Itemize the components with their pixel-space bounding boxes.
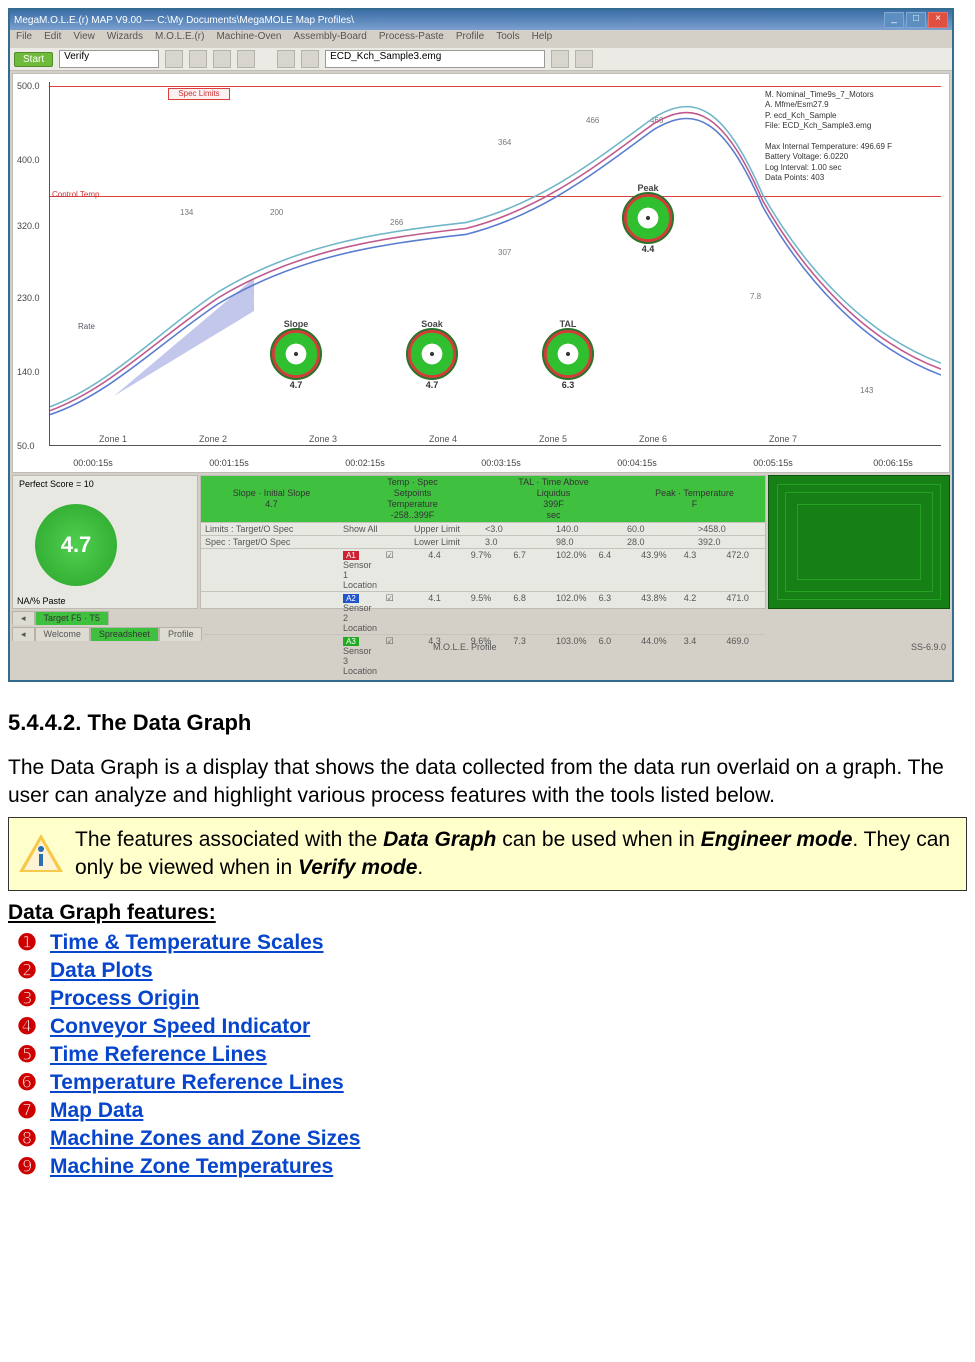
x-tick: 00:02:15s	[345, 458, 385, 468]
gauge-soak: Soak 4.7	[406, 328, 458, 380]
feature-item: ➒Machine Zone Temperatures	[50, 1155, 967, 1179]
info-note: The features associated with the Data Gr…	[8, 817, 967, 892]
feature-item: ➐Map Data	[50, 1099, 967, 1123]
window-maximize[interactable]: □	[906, 12, 926, 28]
table-row: A2Sensor 2 Location ☑ 4.19.5%6.8102.0%6.…	[201, 591, 765, 634]
feature-item: ➌Process Origin	[50, 987, 967, 1011]
menu-assembly[interactable]: Assembly-Board	[293, 31, 366, 47]
score-label: Perfect Score = 10	[13, 476, 197, 492]
tab-spreadsheet[interactable]: Spreadsheet	[90, 627, 159, 641]
titlebar-text: MegaM.O.L.E.(r) MAP V9.00 — C:\My Docume…	[14, 15, 354, 26]
mode-select[interactable]: Verify	[59, 50, 159, 68]
feature-link[interactable]: Time Reference Lines	[50, 1043, 267, 1066]
menu-tools[interactable]: Tools	[496, 31, 519, 47]
gauge-peak: Peak 4.4	[622, 192, 674, 244]
gauge-tal: TAL 6.3	[542, 328, 594, 380]
tab-welcome[interactable]: Welcome	[35, 627, 90, 641]
x-tick: 00:04:15s	[617, 458, 657, 468]
menubar: File Edit View Wizards M.O.L.E.(r) Machi…	[10, 30, 952, 48]
feature-link[interactable]: Data Plots	[50, 959, 153, 982]
note-text: The features associated with the Data Gr…	[75, 826, 956, 883]
feature-list: ➊Time & Temperature Scales ➋Data Plots ➌…	[8, 931, 967, 1179]
plot-area: Spec Limits Control Temp Rate 134 200 26…	[49, 82, 941, 446]
toolbar: Start Verify ECD_Kch_Sample3.emg	[10, 48, 952, 71]
metrics-header: Slope · Initial Slope4.7 Temp · SpecSetp…	[201, 476, 765, 522]
toolbar-icon-4[interactable]	[237, 50, 255, 68]
tab-target[interactable]: Target F5 · T5	[35, 611, 109, 625]
x-tick: 00:05:15s	[753, 458, 793, 468]
x-tick: 00:00:15s	[73, 458, 113, 468]
tab-profile[interactable]: Profile	[159, 627, 203, 641]
features-heading: Data Graph features:	[8, 901, 967, 925]
titlebar: MegaM.O.L.E.(r) MAP V9.00 — C:\My Docume…	[10, 10, 952, 30]
document-body: 5.4.4.2. The Data Graph The Data Graph i…	[8, 710, 967, 1179]
feature-item: ➑Machine Zones and Zone Sizes	[50, 1127, 967, 1151]
score-panel: Perfect Score = 10 4.7 NA/% Paste	[12, 475, 198, 609]
toolbar-icon-6[interactable]	[301, 50, 319, 68]
feature-link[interactable]: Time & Temperature Scales	[50, 931, 324, 954]
table-row: A3Sensor 3 Location ☑ 4.39.6%7.3103.0%6.…	[201, 634, 765, 677]
toolbar-icon-1[interactable]	[165, 50, 183, 68]
menu-profile[interactable]: Profile	[456, 31, 484, 47]
menu-wizards[interactable]: Wizards	[107, 31, 143, 47]
gauge-slope: Slope 4.7	[270, 328, 322, 380]
score-badge: 4.7	[35, 504, 117, 586]
toolbar-icon-2[interactable]	[189, 50, 207, 68]
y-tick: 140.0	[17, 367, 40, 377]
feature-link[interactable]: Temperature Reference Lines	[50, 1071, 344, 1094]
table-row: Limits : Target/O Spec Show All Upper Li…	[201, 522, 765, 535]
window-close[interactable]: ×	[928, 12, 948, 28]
file-select[interactable]: ECD_Kch_Sample3.emg	[325, 50, 545, 68]
feature-item: ➎Time Reference Lines	[50, 1043, 967, 1067]
table-row: Spec : Target/O Spec Lower Limit 3.098.0…	[201, 535, 765, 548]
menu-edit[interactable]: Edit	[44, 31, 61, 47]
feature-item: ➊Time & Temperature Scales	[50, 931, 967, 955]
app-window: MegaM.O.L.E.(r) MAP V9.00 — C:\My Docume…	[8, 8, 954, 682]
menu-view[interactable]: View	[73, 31, 95, 47]
status-left	[16, 642, 19, 652]
toolbar-icon-7[interactable]	[551, 50, 569, 68]
x-tick: 00:06:15s	[873, 458, 913, 468]
menu-help[interactable]: Help	[532, 31, 553, 47]
toolbar-icon-3[interactable]	[213, 50, 231, 68]
data-graph[interactable]: 500.0 400.0 320.0 230.0 140.0 50.0 00:00…	[12, 73, 950, 473]
feature-item: ➋Data Plots	[50, 959, 967, 983]
x-tick: 00:03:15s	[481, 458, 521, 468]
y-tick: 230.0	[17, 293, 40, 303]
menu-process[interactable]: Process-Paste	[379, 31, 444, 47]
info-icon	[19, 832, 63, 876]
window-minimize[interactable]: _	[884, 12, 904, 28]
run-info-box: M. Nominal_Time9s_7_Motors A. Mfme/Esm27…	[765, 90, 935, 184]
toolbar-icon-8[interactable]	[575, 50, 593, 68]
feature-link[interactable]: Machine Zone Temperatures	[50, 1155, 333, 1178]
y-tick: 400.0	[17, 155, 40, 165]
menu-file[interactable]: File	[16, 31, 32, 47]
x-tick: 00:01:15s	[209, 458, 249, 468]
feature-link[interactable]: Process Origin	[50, 987, 199, 1010]
section-paragraph: The Data Graph is a display that shows t…	[8, 754, 967, 811]
feature-link[interactable]: Machine Zones and Zone Sizes	[50, 1127, 360, 1150]
scroll-left[interactable]: ◂	[12, 611, 35, 625]
status-version: SS-6.9.0	[911, 642, 946, 652]
toolbar-icon-5[interactable]	[277, 50, 295, 68]
section-heading: 5.4.4.2. The Data Graph	[8, 710, 967, 736]
feature-link[interactable]: Conveyor Speed Indicator	[50, 1015, 310, 1038]
menu-machine[interactable]: Machine-Oven	[216, 31, 281, 47]
table-row: A1Sensor 1 Location ☑ 4.49.7%6.7102.0%6.…	[201, 548, 765, 591]
menu-mole[interactable]: M.O.L.E.(r)	[155, 31, 204, 47]
pcb-preview	[768, 475, 950, 609]
y-tick: 320.0	[17, 221, 40, 231]
summary-panels: Perfect Score = 10 4.7 NA/% Paste Slope …	[12, 475, 950, 609]
y-tick: 50.0	[17, 441, 35, 451]
metrics-table: Slope · Initial Slope4.7 Temp · SpecSetp…	[200, 475, 766, 609]
start-button[interactable]: Start	[14, 52, 53, 67]
feature-item: ➍Conveyor Speed Indicator	[50, 1015, 967, 1039]
feature-link[interactable]: Map Data	[50, 1099, 143, 1122]
row-label-paste: NA/% Paste	[17, 596, 66, 606]
feature-item: ➏Temperature Reference Lines	[50, 1071, 967, 1095]
scroll-left[interactable]: ◂	[12, 627, 35, 641]
y-tick: 500.0	[17, 81, 40, 91]
